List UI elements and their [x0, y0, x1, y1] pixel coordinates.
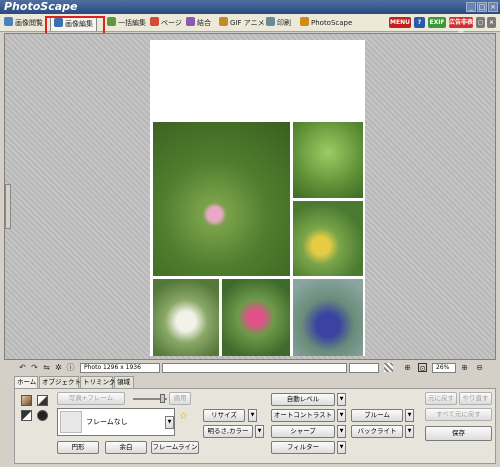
subtab-home[interactable]: ホーム [14, 376, 38, 388]
tab-batch[interactable]: 一括編集 [107, 16, 146, 30]
backlight-button[interactable]: バックライト [351, 425, 403, 438]
bw-icon[interactable] [21, 410, 32, 421]
auto-level-button[interactable]: 自動レベル [271, 393, 335, 406]
frame-line-button[interactable]: フレームライン [151, 441, 199, 454]
tab-page[interactable]: ページ [150, 16, 182, 30]
auto-contrast-arrow[interactable]: ▼ [337, 409, 346, 422]
undo-all-button[interactable]: すべて元に戻す [425, 408, 492, 421]
status-bar: ↶ ↷ ⇋ ✲ ⓘ Photo 1296 x 1936 ⊕ ⊙ 26% ⊕ ⊖ [0, 362, 500, 375]
backlight-arrow[interactable]: ▼ [405, 425, 414, 438]
redo-button[interactable]: やり直す [459, 392, 492, 405]
zoom-in-icon[interactable]: ⊕ [460, 363, 469, 372]
apply-button[interactable]: 適用 [169, 392, 191, 405]
gif-icon [219, 17, 228, 26]
subtab-object[interactable]: オブジェクト [39, 376, 81, 388]
zoom-level: 26% [432, 363, 456, 373]
frame-preview [60, 411, 82, 433]
subtab-crop[interactable]: トリミング [80, 376, 116, 388]
frame-color-icon[interactable] [21, 395, 32, 406]
bright-color-arrow[interactable]: ▼ [255, 425, 264, 438]
photo-blue-flowers[interactable] [293, 279, 363, 356]
batch-icon [107, 17, 116, 26]
filter-button[interactable]: フィルター [271, 441, 335, 454]
viewer-icon [4, 17, 13, 26]
close-icon[interactable]: × [488, 2, 498, 12]
save-button[interactable]: 保存 [425, 426, 492, 441]
status-field-2 [162, 363, 347, 373]
photo-yellow-flowers[interactable] [293, 201, 363, 276]
page-icon [150, 17, 159, 26]
canvas-area[interactable] [4, 33, 496, 360]
maximize-icon[interactable]: □ [477, 2, 487, 12]
home-panel: 写真+フレーム 適用 フレームなし ▼ ☆ 円形 余白 フレームライン リサイズ… [14, 388, 496, 464]
bright-color-button[interactable]: 明るさ,カラー [203, 425, 253, 438]
title-bar: PhotoScape _ □ × [0, 0, 500, 14]
frame-select[interactable]: フレームなし [57, 408, 175, 436]
zoom-fit-icon[interactable]: ⊕ [403, 363, 412, 372]
tab-photoscape[interactable]: PhotoScape [300, 16, 352, 30]
exif-button[interactable]: EXIF [428, 17, 446, 28]
rotate-right-icon[interactable]: ↷ [30, 363, 39, 372]
frame-slider-thumb[interactable] [160, 394, 165, 403]
photo-frame-button[interactable]: 写真+フレーム [57, 392, 125, 405]
restore-icon[interactable]: ◻ [476, 17, 485, 28]
rounded-button[interactable]: 円形 [57, 441, 99, 454]
photo-rose-leaves[interactable] [153, 122, 290, 276]
checker-icon[interactable] [384, 363, 393, 372]
settings-icon[interactable]: ✲ [54, 363, 63, 372]
undo-button[interactable]: 元に戻す [425, 392, 457, 405]
app-title: PhotoScape [4, 0, 78, 13]
tab-gif[interactable]: GIF アニメ [219, 16, 265, 30]
print-icon [266, 17, 275, 26]
photo-info: Photo 1296 x 1936 [80, 363, 160, 373]
tab-viewer[interactable]: 画像閲覧 [4, 16, 43, 30]
hide-ads-button[interactable]: 広告非表示 [449, 17, 473, 37]
side-panel-grip[interactable] [5, 184, 11, 229]
vignette-icon[interactable] [37, 410, 48, 421]
filter-arrow[interactable]: ▼ [337, 441, 346, 454]
tab-print[interactable]: 印刷 [266, 16, 291, 30]
frame-dropdown-arrow[interactable]: ▼ [165, 416, 174, 429]
flip-icon[interactable]: ⇋ [42, 363, 51, 372]
margin-button[interactable]: 余白 [105, 441, 147, 454]
photo-white-flowers[interactable] [153, 279, 219, 356]
zoom-out-icon[interactable]: ⊖ [475, 363, 484, 372]
frame-select-value: フレームなし [86, 418, 128, 426]
resize-arrow[interactable]: ▼ [248, 409, 257, 422]
auto-contrast-button[interactable]: オートコントラスト [271, 409, 335, 422]
resize-button[interactable]: リサイズ [203, 409, 245, 422]
photoscape-icon [300, 17, 309, 26]
subtab-region[interactable]: 領域 [114, 376, 134, 388]
minimize-icon[interactable]: _ [466, 2, 476, 12]
photo-pink-roses[interactable] [222, 279, 290, 356]
frame-style-icon[interactable] [37, 395, 48, 406]
menu-button[interactable]: MENU [389, 17, 411, 28]
auto-level-arrow[interactable]: ▼ [337, 393, 346, 406]
photo-green-plant[interactable] [293, 122, 363, 198]
zoom-actual-icon[interactable]: ⊙ [418, 363, 427, 373]
sharpen-arrow[interactable]: ▼ [337, 425, 346, 438]
bloom-button[interactable]: ブルーム [351, 409, 403, 422]
photoscape-window: PhotoScape _ □ × 画像閲覧 画像編集 一括編集 ページ 結合 G… [0, 0, 500, 467]
sharpen-button[interactable]: シャープ [271, 425, 335, 438]
help-button[interactable]: ? [414, 17, 425, 28]
tab-combine[interactable]: 結合 [186, 16, 211, 30]
info-icon[interactable]: ⓘ [66, 363, 75, 372]
bloom-arrow[interactable]: ▼ [405, 409, 414, 422]
rotate-left-icon[interactable]: ↶ [18, 363, 27, 372]
favorite-star-icon[interactable]: ☆ [179, 411, 188, 422]
tab-close-icon[interactable]: × [487, 17, 496, 28]
collage-page[interactable] [150, 40, 365, 356]
combine-icon [186, 17, 195, 26]
status-field-3 [349, 363, 379, 373]
